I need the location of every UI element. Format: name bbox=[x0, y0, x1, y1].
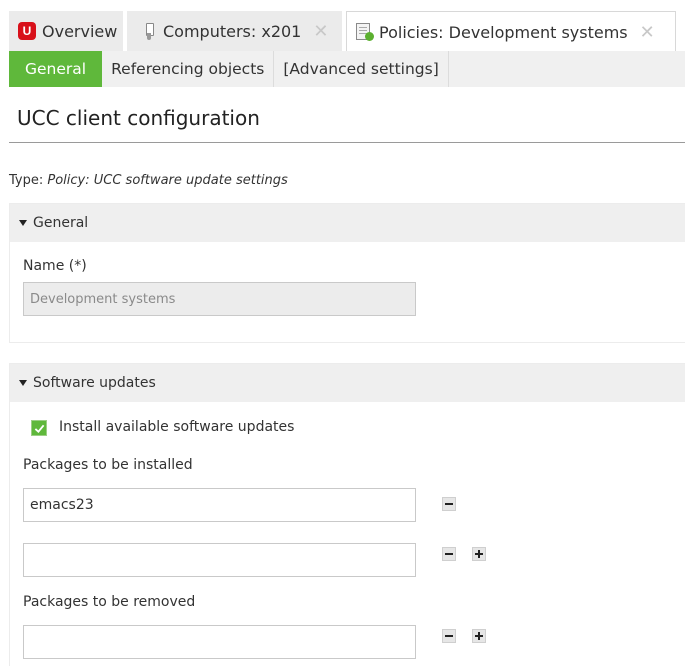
caret-down-icon bbox=[19, 380, 27, 386]
tab-bar: U Overview Computers: x201 ✕ Policies: D… bbox=[0, 11, 685, 52]
add-entry-button[interactable] bbox=[472, 547, 486, 561]
software-updates-section-header[interactable]: Software updates bbox=[10, 364, 685, 402]
minus-icon bbox=[445, 553, 453, 555]
general-section-title: General bbox=[33, 215, 89, 231]
add-entry-button[interactable] bbox=[472, 629, 486, 643]
subtab-bar: General Referencing objects [Advanced se… bbox=[9, 51, 685, 87]
remove-entry-button[interactable] bbox=[442, 497, 456, 511]
software-updates-section: Software updates Install available softw… bbox=[9, 363, 685, 666]
minus-icon bbox=[445, 635, 453, 637]
package-install-input[interactable] bbox=[23, 488, 416, 522]
plus-icon bbox=[475, 632, 483, 640]
remove-entry-button[interactable] bbox=[442, 547, 456, 561]
packages-install-label: Packages to be installed bbox=[23, 457, 193, 473]
plus-icon bbox=[475, 550, 483, 558]
tab-policies-label: Policies: Development systems bbox=[379, 22, 628, 42]
policy-type: Type: Policy: UCC software update settin… bbox=[9, 173, 288, 188]
general-section: General Name (*) bbox=[9, 203, 685, 343]
close-icon[interactable]: ✕ bbox=[640, 22, 655, 43]
packages-remove-label: Packages to be removed bbox=[23, 594, 196, 610]
subtab-general[interactable]: General bbox=[9, 51, 103, 87]
page-title: UCC client configuration bbox=[17, 106, 260, 130]
subtab-referencing-objects[interactable]: Referencing objects bbox=[102, 51, 275, 87]
checkmark-icon bbox=[34, 424, 44, 433]
caret-down-icon bbox=[19, 220, 27, 226]
close-icon[interactable]: ✕ bbox=[313, 21, 328, 42]
tab-computers[interactable]: Computers: x201 ✕ bbox=[127, 11, 344, 51]
install-updates-checkbox[interactable] bbox=[31, 420, 47, 436]
package-install-input[interactable] bbox=[23, 543, 416, 577]
package-remove-input[interactable] bbox=[23, 625, 416, 659]
remove-entry-button[interactable] bbox=[442, 629, 456, 643]
tab-policies[interactable]: Policies: Development systems ✕ bbox=[346, 11, 676, 52]
name-input[interactable] bbox=[23, 282, 416, 316]
policy-type-value: Policy: UCC software update settings bbox=[47, 173, 288, 188]
install-updates-label: Install available software updates bbox=[59, 419, 295, 435]
title-divider bbox=[9, 142, 685, 143]
usb-stick-icon bbox=[145, 22, 154, 40]
subtab-advanced-settings[interactable]: [Advanced settings] bbox=[274, 51, 449, 87]
policy-type-prefix: Type: bbox=[9, 173, 48, 188]
univention-logo-icon: U bbox=[18, 22, 36, 40]
general-section-header[interactable]: General bbox=[10, 204, 685, 242]
name-label: Name (*) bbox=[23, 258, 87, 274]
tab-overview[interactable]: U Overview bbox=[9, 11, 125, 51]
software-updates-section-title: Software updates bbox=[33, 375, 156, 391]
tab-overview-label: Overview bbox=[42, 21, 118, 41]
policy-document-icon bbox=[355, 23, 374, 41]
tab-computers-label: Computers: x201 bbox=[163, 21, 302, 41]
minus-icon bbox=[445, 503, 453, 505]
